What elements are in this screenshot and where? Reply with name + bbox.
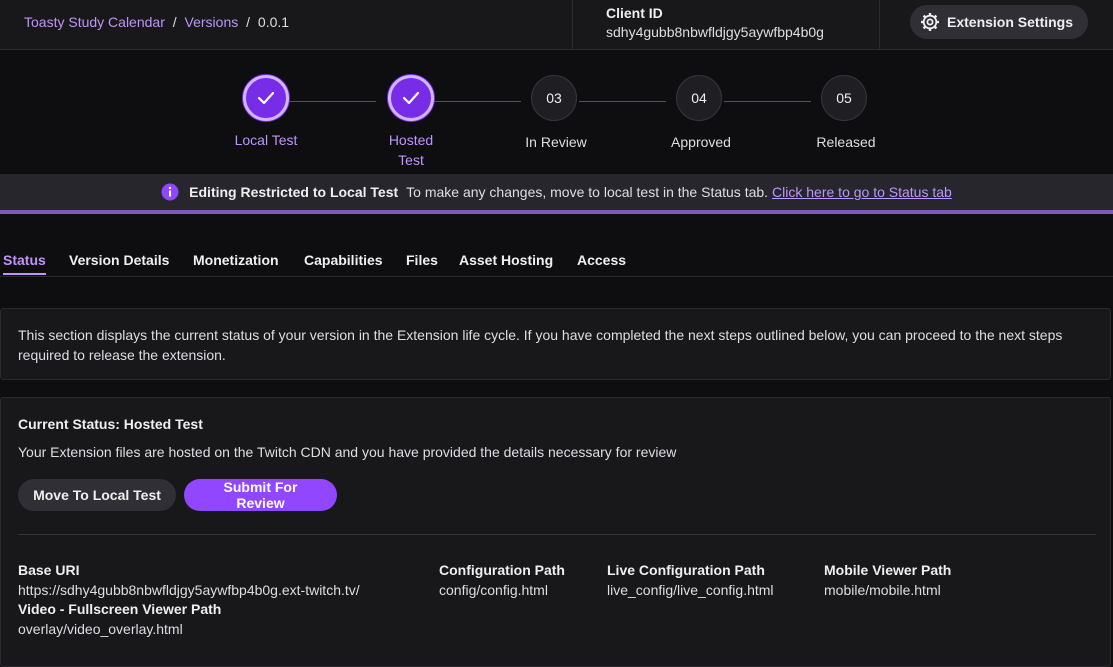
mobile-viewer-path-value: mobile/mobile.html: [824, 582, 941, 598]
current-status-title: Current Status: Hosted Test: [18, 416, 203, 432]
tab-status[interactable]: Status: [3, 252, 46, 275]
breadcrumb: Toasty Study Calendar / Versions / 0.0.1: [24, 14, 289, 30]
gear-icon: [921, 13, 939, 31]
step-connector: [724, 101, 811, 102]
checkmark-icon: [402, 91, 420, 105]
client-id-panel: Client ID sdhy4gubb8nbwfldjgy5aywfbp4b0g: [572, 0, 880, 49]
live-configuration-path-label: Live Configuration Path: [607, 562, 765, 578]
step-connector: [434, 101, 521, 102]
tab-files[interactable]: Files: [406, 252, 438, 273]
banner-message: To make any changes, move to local test …: [406, 184, 769, 200]
step-hosted-test-label: Hosted Test: [388, 132, 434, 168]
mobile-viewer-path-field: Mobile Viewer Path mobile/mobile.html: [824, 560, 951, 600]
configuration-path-field: Configuration Path config/config.html: [439, 560, 565, 600]
info-icon: [161, 183, 179, 201]
tab-asset-hosting[interactable]: Asset Hosting: [459, 252, 553, 273]
current-status-description: Your Extension files are hosted on the T…: [18, 444, 677, 460]
move-to-local-test-button[interactable]: Move To Local Test: [18, 479, 176, 511]
top-header: Toasty Study Calendar / Versions / 0.0.1…: [0, 0, 1113, 50]
tab-access[interactable]: Access: [577, 252, 626, 273]
step-released-label: Released: [816, 134, 876, 150]
video-fullscreen-path-field: Video - Fullscreen Viewer Path overlay/v…: [18, 599, 221, 639]
divider: [18, 534, 1096, 535]
tab-version-details[interactable]: Version Details: [69, 252, 169, 273]
step-connector: [289, 101, 376, 102]
extension-settings-button[interactable]: Extension Settings: [910, 5, 1088, 39]
extension-settings-label: Extension Settings: [947, 14, 1074, 30]
base-uri-label: Base URI: [18, 562, 80, 578]
tab-capabilities[interactable]: Capabilities: [304, 252, 383, 273]
step-local-test-label: Local Test: [234, 132, 298, 148]
release-stepper: Local Test Hosted Test 03 In Review 04 A…: [0, 50, 1113, 174]
step-released-circle: 05: [821, 75, 867, 121]
mobile-viewer-path-label: Mobile Viewer Path: [824, 562, 952, 578]
step-local-test-circle: [243, 75, 289, 121]
editing-restricted-banner: Editing Restricted to Local Test To make…: [0, 174, 1113, 214]
client-id-label: Client ID: [606, 5, 663, 21]
current-status-panel: Current Status: Hosted Test Your Extensi…: [0, 397, 1111, 667]
breadcrumb-app-link[interactable]: Toasty Study Calendar: [24, 14, 165, 30]
step-connector: [579, 101, 666, 102]
checkmark-icon: [257, 91, 275, 105]
client-id-value: sdhy4gubb8nbwfldjgy5aywfbp4b0g: [606, 24, 824, 40]
video-fullscreen-path-label: Video - Fullscreen Viewer Path: [18, 601, 222, 617]
step-approved-circle: 04: [676, 75, 722, 121]
base-uri-value: https://sdhy4gubb8nbwfldjgy5aywfbp4b0g.e…: [18, 582, 360, 598]
base-uri-field: Base URI https://sdhy4gubb8nbwfldjgy5ayw…: [18, 560, 360, 600]
submit-for-review-button[interactable]: Submit For Review: [184, 479, 337, 511]
breadcrumb-current-version: 0.0.1: [257, 14, 290, 30]
breadcrumb-versions-link[interactable]: Versions: [185, 14, 239, 30]
step-hosted-test-circle: [388, 75, 434, 121]
banner-title: Editing Restricted to Local Test: [189, 184, 399, 200]
live-configuration-path-value: live_config/live_config.html: [607, 582, 774, 598]
breadcrumb-separator: /: [172, 14, 177, 30]
live-configuration-path-field: Live Configuration Path live_config/live…: [607, 560, 774, 600]
go-to-status-tab-link[interactable]: Click here to go to Status tab: [772, 184, 952, 200]
configuration-path-value: config/config.html: [439, 582, 548, 598]
breadcrumb-separator: /: [246, 14, 251, 30]
step-approved-label: Approved: [671, 134, 731, 150]
step-in-review-circle: 03: [531, 75, 577, 121]
video-fullscreen-path-value: overlay/video_overlay.html: [18, 621, 183, 637]
version-tabs: Status Version Details Monetization Capa…: [0, 250, 1113, 277]
status-section-description: This section displays the current status…: [18, 327, 1063, 363]
configuration-path-label: Configuration Path: [439, 562, 565, 578]
step-in-review-label: In Review: [525, 134, 587, 150]
status-description-panel: This section displays the current status…: [0, 308, 1111, 380]
tab-monetization[interactable]: Monetization: [193, 252, 279, 273]
